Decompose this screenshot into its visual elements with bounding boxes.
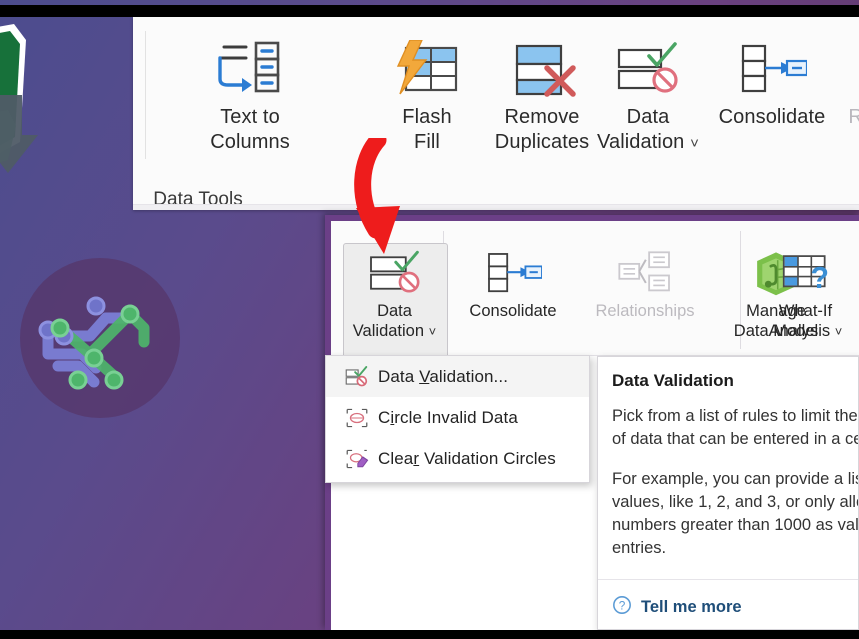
ribbon-button-label-line2: Analysis ˅ (748, 321, 859, 342)
menu-item-data-validation[interactable]: Data Validation... (326, 356, 589, 397)
ribbon-button-label-line2: Columns (210, 131, 290, 153)
ribbon-button-label-line1: Text to (220, 106, 280, 128)
clear-validation-circles-icon (344, 446, 378, 472)
ribbon-button-consolidate[interactable]: Consolidate (451, 245, 575, 321)
what-if-analysis-icon: ? (748, 245, 859, 301)
text-to-columns-icon (165, 33, 335, 105)
tooltip-paragraph-1: Pick from a list of rules to limit the t… (612, 407, 858, 448)
relationships-icon (575, 245, 715, 301)
ribbon-button-label-text: Validation (597, 131, 685, 153)
tooltip-footer[interactable]: ? Tell me more (612, 595, 742, 620)
letterbox-bottom (0, 630, 859, 639)
menu-item-label: Data Validation... (378, 366, 509, 386)
ribbon-button-relationships: Relationships (821, 33, 859, 130)
tell-me-more-link[interactable]: Tell me more (641, 598, 742, 617)
svg-text:?: ? (619, 599, 626, 613)
ribbon-button-label-text: Validation (352, 322, 425, 340)
ribbon-button-text-to-columns[interactable]: Text to Columns (165, 33, 335, 155)
data-validation-dropdown-menu[interactable]: Data Validation... Circle Invalid Data C… (325, 355, 590, 483)
excel-ribbon-data-tools: Data Validation ˅ Consolidate Relationsh… (331, 221, 859, 360)
consolidate-icon (451, 245, 575, 301)
chevron-down-icon[interactable]: ˅ (835, 324, 843, 339)
ribbon-button-relationships: Relationships (575, 245, 715, 321)
circuit-board-logo (20, 258, 180, 418)
ribbon-button-label-line1: What-If (778, 302, 833, 320)
ribbon-button-clipped[interactable]: F (851, 245, 859, 321)
data-validation-icon (343, 245, 446, 301)
tooltip-paragraph-2: For example, you can provide a list of v… (612, 470, 859, 557)
chevron-down-icon[interactable]: ˅ (690, 135, 699, 152)
menu-item-circle-invalid-data[interactable]: Circle Invalid Data (326, 397, 589, 438)
tooltip-separator (598, 579, 858, 580)
tooltip-title: Data Validation (612, 371, 734, 390)
download-arrow-icon (0, 95, 62, 185)
ribbon-button-what-if-analysis[interactable]: ? What-If Analysis ˅ (748, 245, 859, 342)
data-validation-tooltip: Data Validation Pick from a list of rule… (597, 356, 859, 630)
clipped-icon (851, 245, 859, 301)
question-mark-circle-icon: ? (612, 595, 632, 620)
ribbon-button-label-text: Analysis (768, 322, 831, 340)
ribbon-button-label-line2: Validation ˅ (343, 321, 446, 342)
menu-item-clear-validation-circles[interactable]: Clear Validation Circles (326, 438, 589, 479)
circle-invalid-data-icon (344, 405, 378, 431)
relationships-icon (821, 33, 859, 105)
ribbon-button-label-line1: Data (377, 302, 412, 320)
ribbon-button-label-line1: Relationships (595, 302, 695, 320)
ribbon-button-label-line1: Relationships (848, 106, 859, 128)
ribbon-group-separator (145, 31, 146, 159)
svg-text:?: ? (810, 262, 828, 295)
ribbon-bottom-edge (133, 204, 859, 210)
letterbox-top (0, 5, 859, 17)
ribbon-button-data-validation-content[interactable]: Data Validation ˅ (343, 245, 446, 342)
ribbon-button-label-line2: Validation ˅ (573, 130, 723, 156)
menu-item-label: Circle Invalid Data (378, 407, 518, 427)
source-ribbon-data-tools: Text to Columns Flash Fill Remove Duplic… (133, 17, 859, 210)
data-validation-icon (344, 364, 378, 390)
chevron-down-icon[interactable]: ˅ (429, 324, 437, 339)
ribbon-button-clipped-label: F (851, 301, 859, 321)
menu-item-label: Clear Validation Circles (378, 448, 556, 468)
ribbon-button-label-line1: Consolidate (469, 302, 557, 320)
